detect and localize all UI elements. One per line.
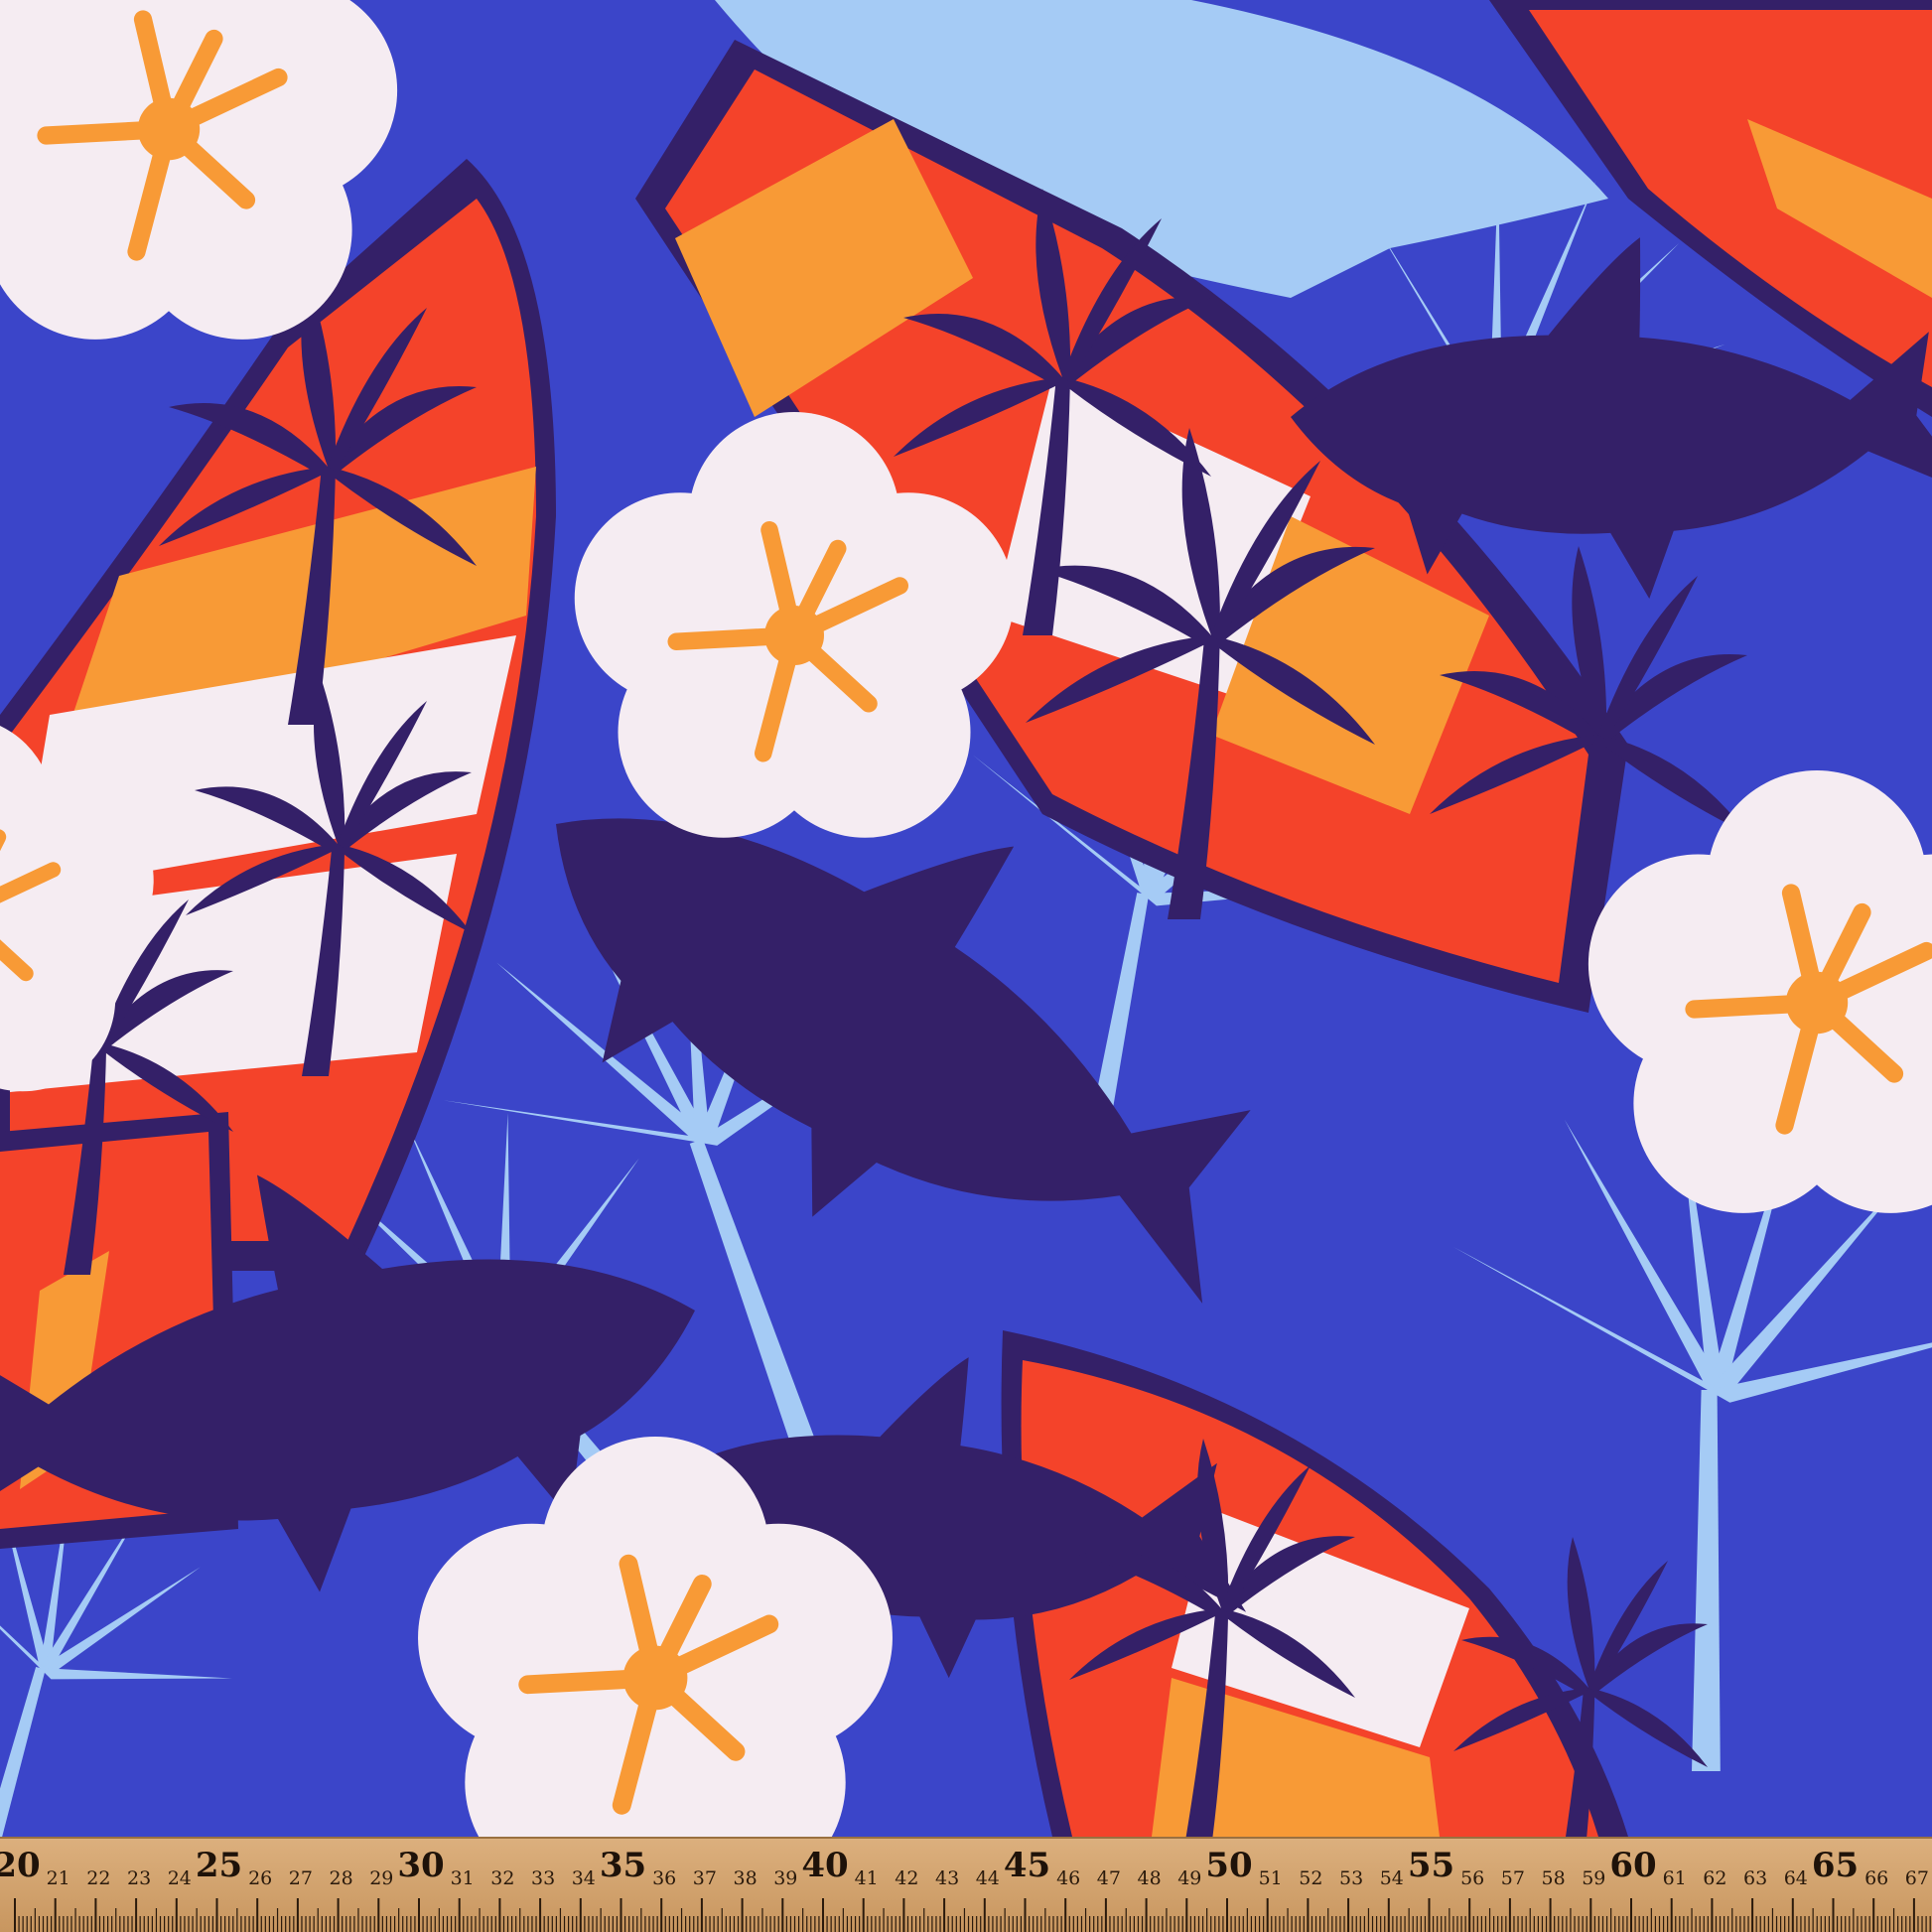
ruler-minor-label: 54 bbox=[1380, 1867, 1404, 1889]
ruler-minor-label: 26 bbox=[248, 1867, 272, 1889]
ruler-minor-label: 51 bbox=[1259, 1867, 1283, 1889]
ruler-minor-label: 63 bbox=[1743, 1867, 1767, 1889]
ruler-minor-label: 22 bbox=[86, 1867, 110, 1889]
ruler-minor-label: 44 bbox=[976, 1867, 1000, 1889]
fabric-photo: 20 21 22 23 24 25 26 27 28 29 30 31 32 33 34 35 36 37 38 39… bbox=[0, 0, 1932, 1932]
ruler-major-label: 25 bbox=[196, 1846, 242, 1885]
ruler-minor-label: 41 bbox=[855, 1867, 879, 1889]
ruler-major-label: 45 bbox=[1004, 1846, 1050, 1885]
ruler-minor-label: 32 bbox=[490, 1867, 514, 1889]
ruler-minor-label: 33 bbox=[531, 1867, 555, 1889]
ruler-major-label: 20 bbox=[0, 1846, 41, 1885]
ruler-minor-label: 46 bbox=[1056, 1867, 1080, 1889]
ruler-minor-label: 34 bbox=[572, 1867, 596, 1889]
ruler-minor-label: 52 bbox=[1299, 1867, 1322, 1889]
tropical-shark-print bbox=[0, 0, 1932, 1837]
ruler-major-label: 40 bbox=[801, 1846, 848, 1885]
ruler-minor-label: 61 bbox=[1663, 1867, 1687, 1889]
ruler-minor-label: 59 bbox=[1582, 1867, 1605, 1889]
ruler-minor-label: 66 bbox=[1864, 1867, 1888, 1889]
measuring-ruler: 20 21 22 23 24 25 26 27 28 29 30 31 32 33 34 35 36 37 38 39… bbox=[0, 1837, 1932, 1932]
ruler-minor-label: 53 bbox=[1339, 1867, 1363, 1889]
ruler-minor-label: 49 bbox=[1177, 1867, 1201, 1889]
ruler-major-label: 65 bbox=[1812, 1846, 1859, 1885]
ruler-major-label: 60 bbox=[1609, 1846, 1656, 1885]
ruler-minor-label: 47 bbox=[1097, 1867, 1121, 1889]
ruler-minor-label: 27 bbox=[289, 1867, 313, 1889]
ruler-minor-label: 28 bbox=[330, 1867, 353, 1889]
ruler-minor-label: 48 bbox=[1138, 1867, 1162, 1889]
ruler-minor-label: 56 bbox=[1460, 1867, 1484, 1889]
ruler-minor-label: 38 bbox=[734, 1867, 758, 1889]
ruler-major-label: 35 bbox=[600, 1846, 646, 1885]
ruler-minor-label: 39 bbox=[773, 1867, 797, 1889]
ruler-minor-label: 42 bbox=[895, 1867, 918, 1889]
ruler-minor-label: 36 bbox=[652, 1867, 676, 1889]
ruler-major-label: 55 bbox=[1408, 1846, 1454, 1885]
ruler-minor-label: 67 bbox=[1905, 1867, 1929, 1889]
ruler-minor-label: 64 bbox=[1784, 1867, 1808, 1889]
ruler-minor-label: 31 bbox=[451, 1867, 475, 1889]
ruler-minor-label: 58 bbox=[1542, 1867, 1566, 1889]
ruler-minor-label: 21 bbox=[47, 1867, 70, 1889]
ruler-major-label: 50 bbox=[1205, 1846, 1252, 1885]
ruler-minor-label: 29 bbox=[369, 1867, 393, 1889]
ruler-minor-label: 24 bbox=[168, 1867, 192, 1889]
ruler-minor-label: 62 bbox=[1703, 1867, 1726, 1889]
ruler-minor-label: 57 bbox=[1501, 1867, 1525, 1889]
ruler-minor-label: 43 bbox=[935, 1867, 959, 1889]
ruler-minor-label: 37 bbox=[693, 1867, 717, 1889]
ruler-minor-label: 23 bbox=[127, 1867, 151, 1889]
ruler-major-label: 30 bbox=[397, 1846, 444, 1885]
